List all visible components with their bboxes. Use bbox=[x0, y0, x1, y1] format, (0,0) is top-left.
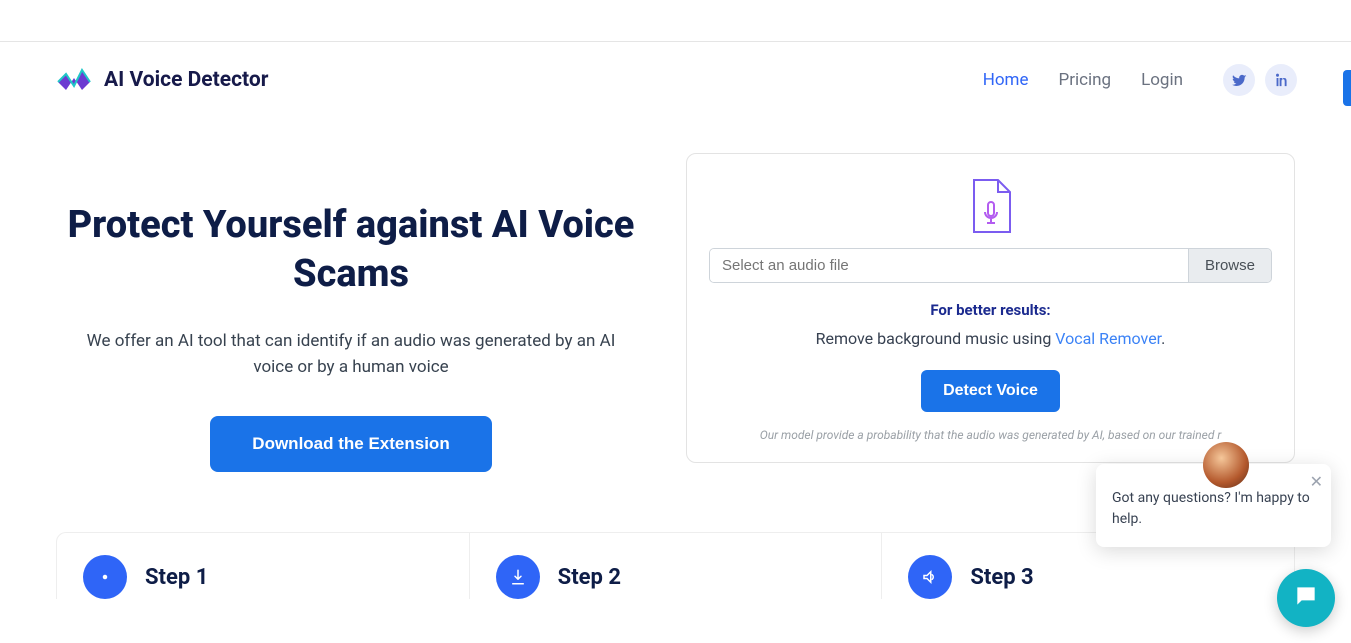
file-select-row: Browse bbox=[709, 248, 1272, 283]
step-2: Step 2 bbox=[470, 533, 883, 599]
main-content: Protect Yourself against AI Voice Scams … bbox=[0, 118, 1351, 472]
linkedin-icon[interactable] bbox=[1265, 64, 1297, 96]
better-results-label: For better results: bbox=[709, 301, 1272, 319]
better-results-prefix: Remove background music using bbox=[816, 329, 1056, 348]
upload-card: Browse For better results: Remove backgr… bbox=[686, 153, 1295, 463]
side-feedback-tab[interactable] bbox=[1343, 70, 1351, 106]
step-2-icon bbox=[496, 555, 540, 599]
brand-logo-icon bbox=[54, 60, 94, 100]
audio-file-input[interactable] bbox=[710, 249, 1188, 282]
chat-close-button[interactable]: ✕ bbox=[1310, 472, 1323, 492]
step-3-icon bbox=[908, 555, 952, 599]
main-nav: Home Pricing Login bbox=[983, 64, 1297, 96]
hero-title: Protect Yourself against AI Voice Scams bbox=[56, 201, 646, 300]
brand-name: AI Voice Detector bbox=[104, 68, 268, 92]
nav-login[interactable]: Login bbox=[1141, 70, 1183, 90]
twitter-icon[interactable] bbox=[1223, 64, 1255, 96]
chat-avatar bbox=[1203, 442, 1249, 488]
chat-icon bbox=[1293, 583, 1319, 613]
step-2-label: Step 2 bbox=[558, 565, 621, 590]
step-1-label: Step 1 bbox=[145, 565, 208, 590]
vocal-remover-link[interactable]: Vocal Remover bbox=[1055, 329, 1161, 348]
download-extension-button[interactable]: Download the Extension bbox=[210, 416, 491, 472]
browse-button[interactable]: Browse bbox=[1188, 249, 1271, 282]
upload-panel: Browse For better results: Remove backgr… bbox=[686, 153, 1295, 472]
detect-voice-button[interactable]: Detect Voice bbox=[921, 370, 1060, 412]
step-1-icon bbox=[83, 555, 127, 599]
nav-pricing[interactable]: Pricing bbox=[1058, 70, 1111, 90]
model-disclaimer: Our model provide a probability that the… bbox=[709, 428, 1272, 442]
top-spacer bbox=[0, 0, 1351, 42]
site-header: AI Voice Detector Home Pricing Login bbox=[0, 42, 1351, 118]
chat-launcher-button[interactable] bbox=[1277, 569, 1335, 627]
chat-popup: ✕ Got any questions? I'm happy to help. bbox=[1096, 464, 1331, 547]
better-results-text: Remove background music using Vocal Remo… bbox=[709, 329, 1272, 348]
close-icon: ✕ bbox=[1310, 474, 1323, 491]
social-links bbox=[1223, 64, 1297, 96]
audio-file-icon bbox=[970, 178, 1012, 234]
hero-section: Protect Yourself against AI Voice Scams … bbox=[56, 153, 646, 472]
nav-home[interactable]: Home bbox=[983, 70, 1029, 90]
step-3-label: Step 3 bbox=[970, 565, 1033, 590]
brand[interactable]: AI Voice Detector bbox=[54, 60, 268, 100]
better-results-suffix: . bbox=[1161, 329, 1165, 348]
step-1: Step 1 bbox=[57, 533, 470, 599]
chat-message: Got any questions? I'm happy to help. bbox=[1112, 488, 1315, 531]
hero-subtitle: We offer an AI tool that can identify if… bbox=[81, 328, 621, 381]
